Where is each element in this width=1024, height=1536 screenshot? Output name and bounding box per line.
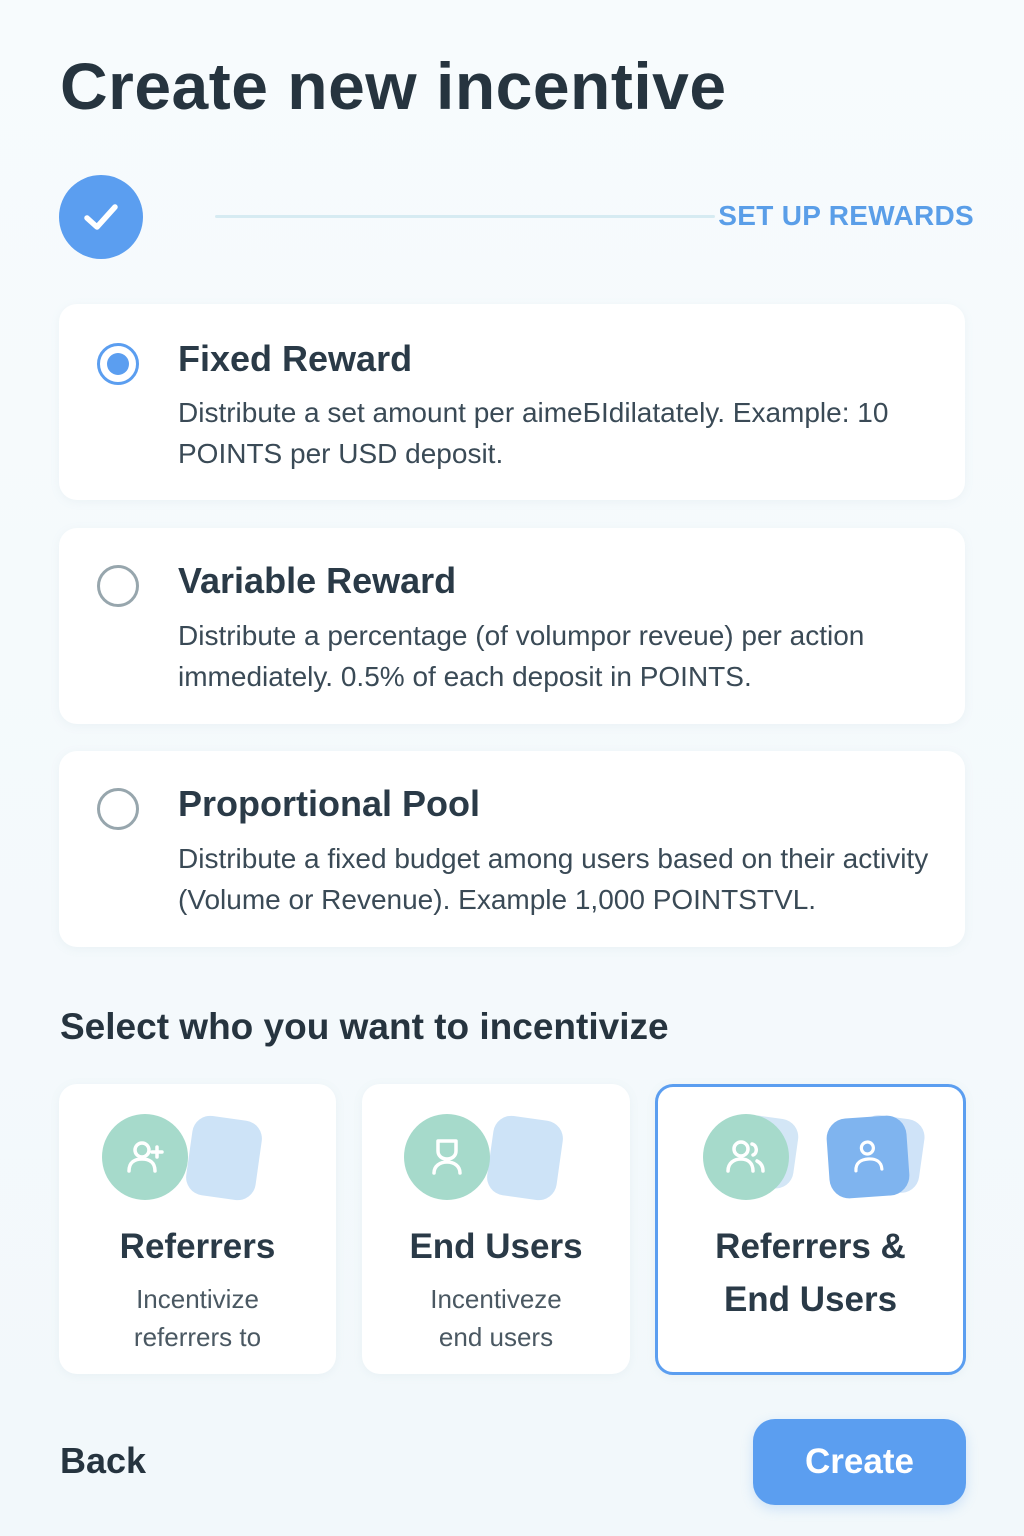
audience-option-referrers-and-end-users[interactable]: Referrers & End Users bbox=[655, 1084, 966, 1375]
audience-section-title: Select who you want to incentivize bbox=[60, 1006, 669, 1047]
audience-title: End Users bbox=[409, 1227, 583, 1266]
icon-backdrop bbox=[484, 1113, 566, 1203]
radio-proportional-pool[interactable] bbox=[97, 788, 139, 830]
option-description: Distribute a set amount per aimeБІdilata… bbox=[178, 397, 889, 469]
option-title: Fixed Reward bbox=[178, 338, 413, 379]
users-icon bbox=[703, 1114, 789, 1200]
step-label-set-up-rewards[interactable]: SET UP REWARDS bbox=[718, 200, 974, 232]
option-title: Proportional Pool bbox=[178, 783, 480, 824]
option-description: Distribute a fixed budget among users ba… bbox=[178, 843, 929, 915]
audience-description: Incentivize bbox=[136, 1284, 259, 1314]
create-button[interactable]: Create bbox=[753, 1419, 966, 1505]
user-plus-icon bbox=[102, 1114, 188, 1200]
reward-option-proportional-pool[interactable]: Proportional Pool Distribute a fixed bud… bbox=[59, 751, 965, 947]
audience-description: Incentiveze bbox=[430, 1284, 562, 1314]
icon-backdrop bbox=[183, 1113, 265, 1203]
step-complete-check-icon bbox=[59, 175, 143, 259]
back-button[interactable]: Back bbox=[60, 1440, 146, 1482]
stepper-progress-line bbox=[215, 215, 715, 218]
user-icon bbox=[404, 1114, 490, 1200]
radio-fixed-reward[interactable] bbox=[97, 343, 139, 385]
user-badge-icon bbox=[825, 1114, 911, 1200]
audience-title: Referrers bbox=[119, 1227, 276, 1266]
audience-option-end-users[interactable]: End Users Incentiveze end users bbox=[362, 1084, 630, 1374]
audience-title: Referrers & bbox=[715, 1227, 906, 1266]
option-description: Distribute a percentage (of volumpor rev… bbox=[178, 620, 865, 692]
option-title: Variable Reward bbox=[178, 560, 457, 601]
page-title: Create new incentive bbox=[60, 49, 727, 123]
audience-title: End Users bbox=[723, 1280, 898, 1319]
audience-option-referrers[interactable]: Referrers Incentivize referrers to bbox=[59, 1084, 336, 1374]
audience-description: end users bbox=[438, 1322, 554, 1352]
reward-option-fixed[interactable]: Fixed Reward Distribute a set amount per… bbox=[59, 304, 965, 500]
reward-option-variable[interactable]: Variable Reward Distribute a percentage … bbox=[59, 528, 965, 724]
radio-variable-reward[interactable] bbox=[97, 565, 139, 607]
audience-description: referrers to bbox=[133, 1322, 262, 1352]
